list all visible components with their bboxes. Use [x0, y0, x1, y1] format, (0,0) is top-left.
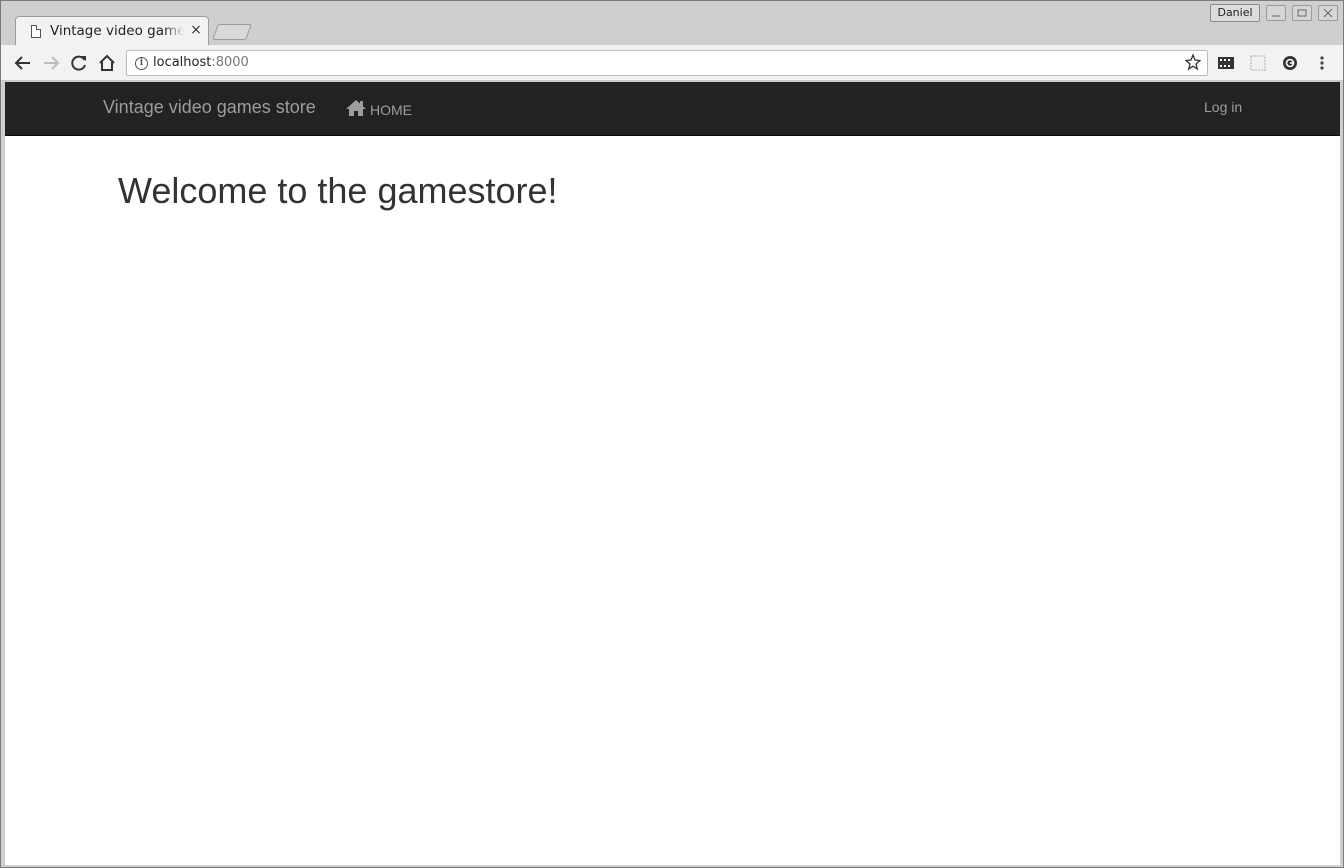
forward-button[interactable] — [40, 52, 62, 74]
extension-g-icon[interactable] — [1281, 55, 1299, 71]
maximize-icon — [1297, 9, 1307, 17]
kebab-menu-icon — [1320, 56, 1324, 70]
tab-title: Vintage video games store — [50, 23, 184, 39]
forward-arrow-icon — [44, 56, 60, 70]
minimize-icon — [1272, 15, 1280, 17]
address-bar[interactable]: i localhost:8000 — [126, 50, 1208, 76]
grid-icon — [1250, 55, 1266, 71]
reload-button[interactable] — [68, 52, 90, 74]
url-port: :8000 — [211, 55, 249, 70]
browser-tab[interactable]: Vintage video games store × — [15, 16, 209, 46]
extension-film-icon[interactable] — [1217, 55, 1235, 71]
minimize-button[interactable] — [1266, 5, 1286, 21]
reload-icon — [71, 55, 86, 71]
page-viewport: Vintage video games store HOME Log in We… — [5, 82, 1340, 865]
extension-grid-icon[interactable] — [1249, 55, 1267, 71]
url-host: localhost — [153, 55, 212, 70]
back-button[interactable] — [12, 52, 34, 74]
nav-home-label: HOME — [370, 102, 412, 118]
url-text: localhost:8000 — [153, 55, 249, 70]
close-icon — [1323, 8, 1333, 18]
site-navbar: Vintage video games store HOME Log in — [5, 82, 1340, 136]
film-icon — [1218, 57, 1234, 69]
tab-strip: Vintage video games store × Daniel — [1, 1, 1343, 46]
browser-toolbar: i localhost:8000 — [1, 45, 1343, 81]
tab-close-icon[interactable]: × — [188, 22, 204, 38]
info-icon[interactable]: i — [135, 57, 148, 70]
home-button[interactable] — [96, 52, 118, 74]
home-icon — [99, 54, 115, 71]
close-window-button[interactable] — [1318, 5, 1338, 21]
back-arrow-icon — [14, 56, 30, 70]
page-title: Welcome to the gamestore! — [118, 170, 558, 211]
document-icon — [31, 25, 41, 38]
nav-login-link[interactable]: Log in — [1204, 99, 1242, 115]
navbar-brand[interactable]: Vintage video games store — [103, 97, 316, 118]
browser-menu-button[interactable] — [1313, 55, 1331, 71]
home-icon — [346, 100, 366, 116]
bookmark-star-svg — [1184, 53, 1202, 71]
browser-window: Vintage video games store × Daniel — [0, 0, 1344, 868]
maximize-button[interactable] — [1292, 5, 1312, 21]
star-icon[interactable] — [1184, 53, 1202, 75]
grammarly-icon — [1283, 56, 1297, 70]
new-tab-button[interactable] — [212, 24, 252, 40]
profile-button[interactable]: Daniel — [1210, 4, 1260, 22]
